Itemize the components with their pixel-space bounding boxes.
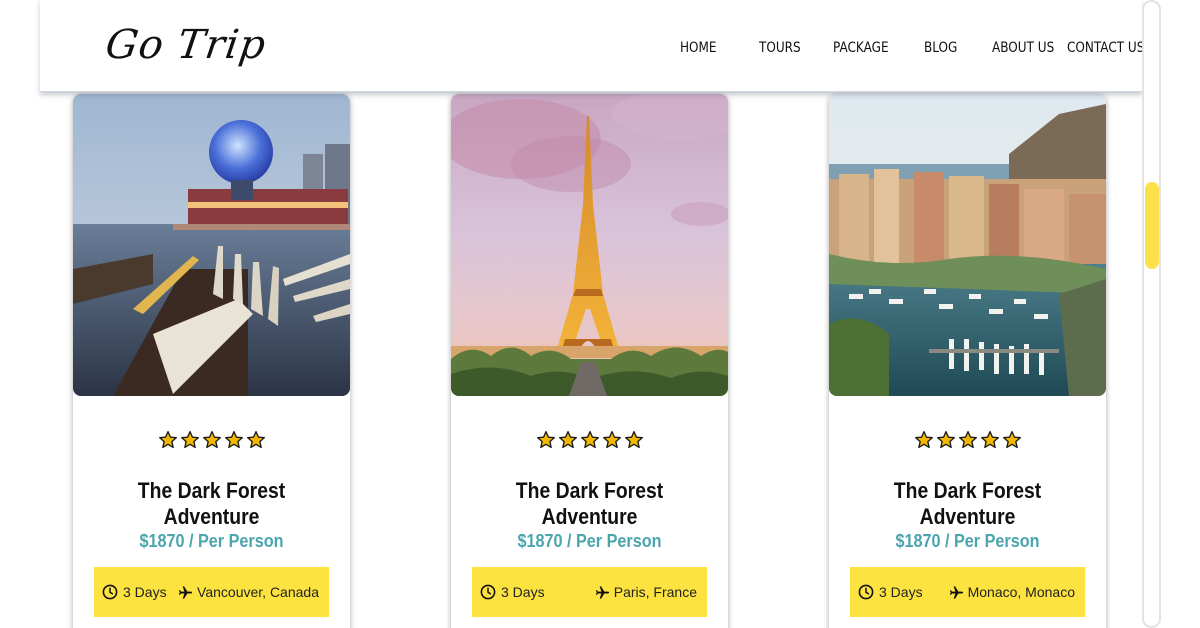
nav-tours[interactable]: TOURS: [759, 40, 801, 56]
tour-card[interactable]: The Dark Forest Adventure $1870 / Per Pe…: [73, 94, 350, 628]
tour-info-bar: 3 Days Paris, France: [472, 567, 707, 617]
tour-location: Vancouver, Canada: [178, 583, 319, 601]
location-text: Vancouver, Canada: [197, 584, 319, 600]
clock-icon: [858, 584, 874, 600]
main-nav: HOME TOURS PACKAGE BLOG ABOUT US CONTACT…: [40, 40, 1144, 60]
tour-photo-paris[interactable]: [451, 94, 728, 396]
nav-blog[interactable]: BLOG: [924, 40, 957, 56]
star-icon: [246, 430, 266, 450]
plane-icon: [595, 585, 610, 600]
tour-card[interactable]: The Dark Forest Adventure $1870 / Per Pe…: [451, 94, 728, 628]
star-icon: [180, 430, 200, 450]
star-icon: [1002, 430, 1022, 450]
clock-icon: [480, 584, 496, 600]
star-icon: [958, 430, 978, 450]
star-icon: [624, 430, 644, 450]
plane-icon: [949, 585, 964, 600]
rating-stars: [73, 430, 350, 450]
tour-duration: 3 Days: [102, 583, 167, 601]
star-icon: [202, 430, 222, 450]
tour-info-bar: 3 Days Monaco, Monaco: [850, 567, 1085, 617]
nav-about-us[interactable]: ABOUT US: [992, 40, 1054, 56]
vertical-scrollbar[interactable]: [1142, 0, 1161, 628]
plane-icon: [178, 585, 193, 600]
location-text: Paris, France: [613, 584, 697, 600]
nav-contact-us[interactable]: CONTACT US: [1067, 40, 1144, 56]
star-icon: [558, 430, 578, 450]
tour-info-bar: 3 Days Vancouver, Canada: [94, 567, 329, 617]
clock-icon: [102, 584, 118, 600]
tour-price: $1870 / Per Person: [139, 531, 284, 551]
duration-text: 3 Days: [123, 584, 167, 600]
tour-card[interactable]: The Dark Forest Adventure $1870 / Per Pe…: [829, 94, 1106, 628]
star-icon: [536, 430, 556, 450]
star-icon: [580, 430, 600, 450]
star-icon: [936, 430, 956, 450]
duration-text: 3 Days: [879, 584, 923, 600]
tour-title[interactable]: The Dark Forest Adventure: [846, 478, 1090, 530]
tour-price: $1870 / Per Person: [517, 531, 662, 551]
tour-duration: 3 Days: [858, 583, 923, 601]
rating-stars: [829, 430, 1106, 450]
star-icon: [158, 430, 178, 450]
scrollbar-thumb[interactable]: [1145, 182, 1159, 269]
location-text: Monaco, Monaco: [967, 584, 1075, 600]
tour-photo-monaco[interactable]: [829, 94, 1106, 396]
tour-price: $1870 / Per Person: [895, 531, 1040, 551]
tour-location: Monaco, Monaco: [949, 583, 1075, 601]
tour-location: Paris, France: [595, 583, 697, 601]
tour-title[interactable]: The Dark Forest Adventure: [468, 478, 712, 530]
tour-duration: 3 Days: [480, 583, 545, 601]
star-icon: [914, 430, 934, 450]
star-icon: [980, 430, 1000, 450]
duration-text: 3 Days: [501, 584, 545, 600]
site-header: Go Trip HOME TOURS PACKAGE BLOG ABOUT US…: [40, 0, 1144, 92]
nav-package[interactable]: PACKAGE: [833, 40, 889, 56]
tour-title[interactable]: The Dark Forest Adventure: [90, 478, 334, 530]
star-icon: [602, 430, 622, 450]
star-icon: [224, 430, 244, 450]
nav-home[interactable]: HOME: [680, 40, 717, 56]
tour-photo-vancouver[interactable]: [73, 94, 350, 396]
rating-stars: [451, 430, 728, 450]
